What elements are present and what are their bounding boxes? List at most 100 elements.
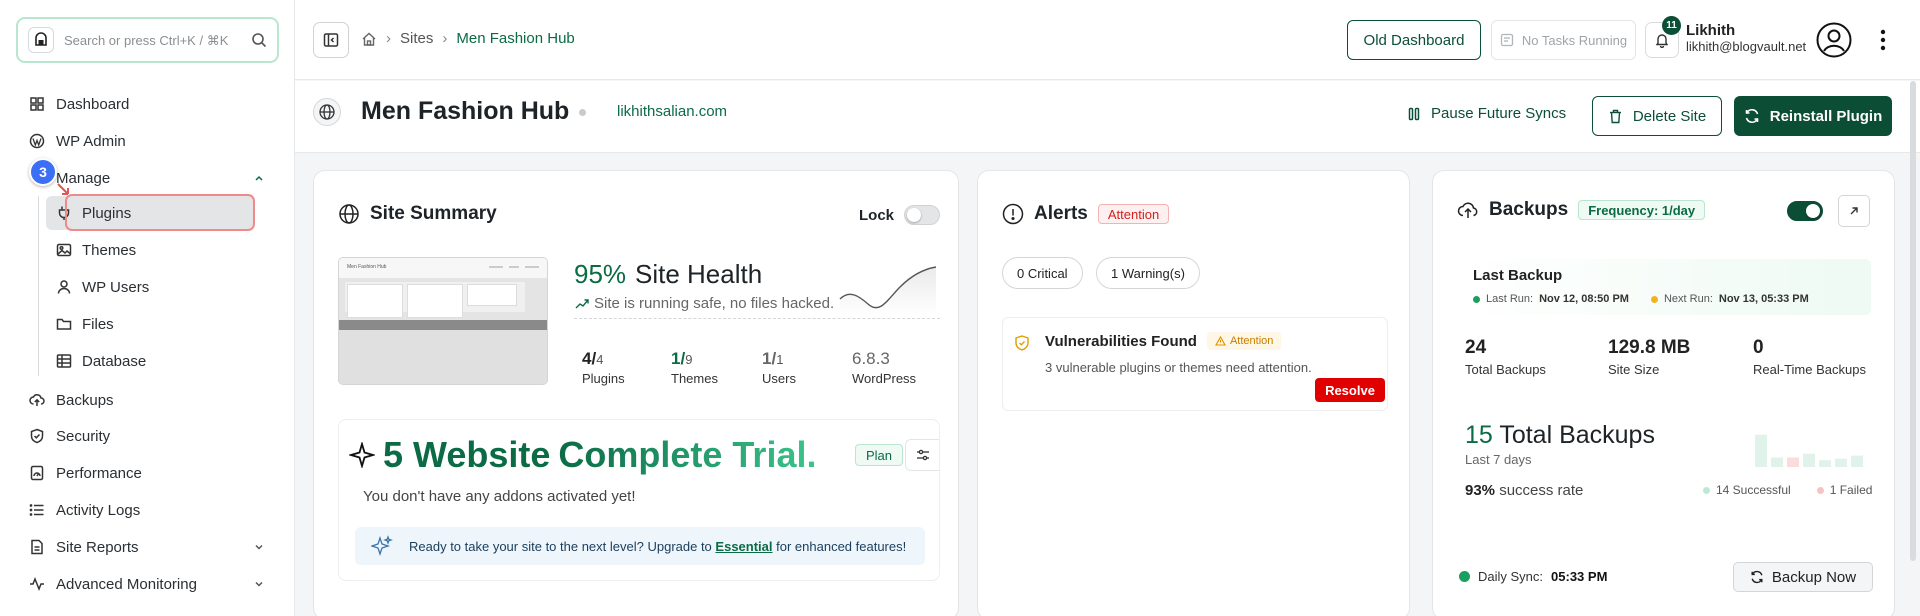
stat-value: 129.8 MB: [1608, 337, 1691, 358]
step-arrow-icon: [57, 183, 69, 195]
breadcrumb-separator: ›: [442, 30, 448, 47]
sidebar-item-label: Dashboard: [56, 95, 130, 113]
sidebar-subitem-database[interactable]: Database: [46, 344, 254, 378]
site-url-link[interactable]: likhithsalian.com: [617, 103, 727, 120]
lock-toggle-row[interactable]: Lock: [859, 205, 941, 225]
critical-chip[interactable]: 0 Critical: [1002, 257, 1083, 289]
backups-card: Backups Frequency: 1/day Last Backup Las…: [1432, 170, 1895, 616]
sidebar-item-security[interactable]: Security: [0, 419, 295, 453]
sidebar-item-label: Advanced Monitoring: [56, 575, 197, 593]
legend-success-dot: [1703, 486, 1710, 494]
stat-themes[interactable]: 1/9 Themes: [671, 349, 718, 386]
breadcrumb-sites[interactable]: Sites: [400, 30, 433, 47]
activity-icon: [28, 575, 46, 593]
search-input[interactable]: [64, 32, 251, 48]
old-dashboard-button[interactable]: Old Dashboard: [1347, 20, 1481, 60]
resolve-button[interactable]: Resolve: [1315, 378, 1385, 402]
upgrade-banner: Ready to take your site to the next leve…: [355, 527, 925, 565]
chevron-down-icon[interactable]: [253, 578, 265, 590]
warnings-chip[interactable]: 1 Warning(s): [1096, 257, 1200, 289]
reinstall-plugin-button[interactable]: Reinstall Plugin: [1734, 96, 1892, 136]
globe-icon: [313, 98, 341, 126]
open-backups-button[interactable]: [1838, 195, 1870, 227]
scrollbar-thumb[interactable]: [1910, 81, 1916, 561]
reinstall-label: Reinstall Plugin: [1769, 107, 1883, 125]
site-thumbnail[interactable]: Men Fashion Hub: [338, 257, 548, 385]
vulnerabilities-alert: Vulnerabilities Found Attention 3 vulner…: [1002, 317, 1388, 411]
sidebar-item-backups[interactable]: Backups: [0, 383, 295, 417]
search-icon[interactable]: [251, 32, 267, 48]
badge-text: Attention: [1229, 335, 1274, 347]
stat-value: 0: [1753, 337, 1764, 358]
delete-site-button[interactable]: Delete Site: [1592, 96, 1722, 136]
sidebar-subitem-label: Files: [82, 315, 114, 333]
alert-circle-icon: [1002, 203, 1024, 225]
health-percent: 95%: [574, 259, 627, 289]
stat-total: 4: [596, 352, 604, 367]
stat-users[interactable]: 1/1 Users: [762, 349, 796, 386]
step-badge: 3: [29, 158, 57, 186]
trial-banner: 5 Website Complete Trial. Plan You don't…: [338, 419, 940, 581]
success-rate-value: 93%: [1465, 482, 1496, 499]
health-status: Site is running safe, no files hacked.: [575, 295, 834, 312]
page-scrollbar[interactable]: [1909, 81, 1917, 616]
pause-icon: [1408, 107, 1420, 120]
trash-icon: [1609, 109, 1621, 123]
success-rate: 93% success rate: [1465, 482, 1583, 499]
sidebar-subitem-label: Database: [82, 352, 147, 370]
plan-settings-button[interactable]: [905, 439, 939, 471]
sidebar-item-dashboard[interactable]: Dashboard: [0, 87, 295, 121]
tasks-status: No Tasks Running: [1491, 20, 1636, 60]
sidebar-subitem-themes[interactable]: Themes: [46, 233, 254, 267]
stat-wordpress: 6.8.3 WordPress: [852, 349, 916, 386]
avatar-icon[interactable]: [1816, 22, 1852, 58]
backup-bar-success: [1851, 455, 1863, 467]
sidebar-subitem-label: Themes: [82, 241, 137, 259]
sidebar-item-activity-logs[interactable]: Activity Logs: [0, 493, 295, 527]
sidebar-toggle-button[interactable]: [313, 22, 349, 58]
stat-plugins[interactable]: 4/4 Plugins: [582, 349, 625, 386]
site-size-stat: 129.8 MB Site Size: [1608, 337, 1690, 377]
vulnerabilities-attention-badge: Attention: [1206, 332, 1282, 350]
notification-count-badge: 11: [1662, 16, 1681, 35]
backups-toggle[interactable]: [1787, 201, 1823, 221]
pause-syncs-button[interactable]: Pause Future Syncs: [1407, 105, 1566, 122]
upgrade-link[interactable]: Essential: [715, 539, 772, 554]
lock-toggle[interactable]: [904, 205, 941, 225]
gauge-icon: [28, 464, 46, 482]
sidebar-item-wp-admin[interactable]: WP Admin: [0, 124, 295, 158]
stat-label: Themes: [671, 371, 718, 386]
home-icon[interactable]: [361, 31, 377, 47]
site-status-dot: [579, 109, 586, 116]
tasks-label: No Tasks Running: [1521, 32, 1628, 48]
breadcrumb-current: Men Fashion Hub: [456, 30, 575, 47]
frequency-badge: Frequency: 1/day: [1578, 200, 1706, 220]
stat-value: 24: [1465, 337, 1487, 358]
cloud-upload-icon: [1457, 202, 1478, 218]
sidebar-item-label: Performance: [56, 464, 142, 482]
addons-message: You don't have any addons activated yet!: [363, 488, 636, 505]
user-info[interactable]: Likhith likhith@blogvault.net: [1686, 23, 1806, 55]
plan-badge[interactable]: Plan: [855, 444, 904, 466]
weekly-label: Total Backups: [1499, 421, 1655, 449]
backups-title: Backups Frequency: 1/day: [1457, 199, 1706, 221]
chevron-down-icon[interactable]: [253, 541, 265, 553]
sidebar-item-performance[interactable]: Performance: [0, 456, 295, 490]
refresh-icon: [1751, 570, 1763, 584]
sidebar-item-advanced-monitoring[interactable]: Advanced Monitoring: [0, 567, 295, 601]
sidebar-item-site-reports[interactable]: Site Reports: [0, 530, 295, 564]
backup-bar-success: [1755, 434, 1767, 467]
tasks-icon: [1500, 33, 1514, 47]
sidebar-subitem-wp-users[interactable]: WP Users: [46, 270, 254, 304]
sidebar-subitem-files[interactable]: Files: [46, 307, 254, 341]
submenu-line: [38, 196, 39, 376]
vulnerabilities-title-text: Vulnerabilities Found: [1045, 332, 1197, 350]
stat-label: Users: [762, 371, 796, 386]
shield-icon: [28, 427, 46, 445]
more-options-icon[interactable]: [1880, 28, 1886, 52]
backup-bar-failed: [1787, 457, 1799, 467]
backup-now-button[interactable]: Backup Now: [1733, 562, 1873, 592]
search-box[interactable]: [16, 17, 279, 63]
chevron-up-icon[interactable]: [253, 172, 265, 184]
attention-badge: Attention: [1097, 204, 1170, 224]
